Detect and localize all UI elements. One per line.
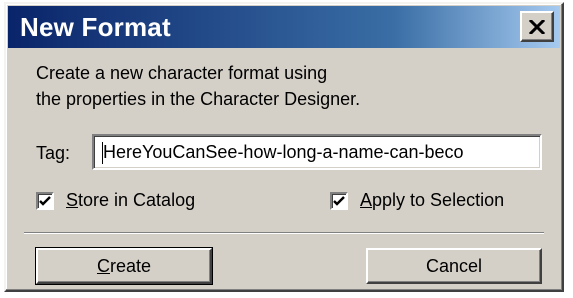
description-line-2: the properties in the Character Designer… [36, 89, 361, 109]
apply-to-selection-label: Apply to Selection [360, 190, 504, 211]
title-bar[interactable]: New Format [8, 6, 560, 48]
create-label-rest: reate [109, 255, 152, 276]
dialog-title: New Format [20, 12, 171, 42]
close-icon [529, 19, 545, 34]
tag-label: Tag: [36, 143, 71, 163]
apply-to-selection-mnemonic: A [360, 190, 373, 210]
create-mnemonic: C [96, 255, 110, 276]
apply-to-selection-checkbox[interactable] [330, 191, 348, 210]
close-button[interactable] [520, 11, 554, 42]
checkmark-icon [333, 195, 345, 206]
store-in-catalog-checkbox-row[interactable]: Store in Catalog [36, 190, 195, 211]
separator [24, 232, 544, 234]
apply-to-selection-checkbox-row[interactable]: Apply to Selection [330, 190, 504, 211]
new-format-dialog: New Format Create a new character format… [4, 2, 564, 292]
description-line-1: Create a new character format using [36, 63, 328, 83]
checkmark-icon [39, 195, 51, 206]
tag-input[interactable]: HereYouCanSee-how-long-a-name-can-beco [92, 134, 542, 170]
store-in-catalog-checkbox[interactable] [36, 191, 54, 210]
tag-input-value: HereYouCanSee-how-long-a-name-can-beco [103, 142, 464, 162]
store-in-catalog-label-rest: tore in Catalog [78, 190, 196, 210]
apply-to-selection-label-rest: pply to Selection [372, 190, 505, 210]
cancel-button[interactable]: Cancel [366, 248, 542, 284]
store-in-catalog-mnemonic: S [66, 190, 79, 210]
create-button[interactable]: Create [35, 247, 213, 285]
store-in-catalog-label: Store in Catalog [66, 190, 195, 211]
dialog-description: Create a new character format using the … [36, 60, 360, 112]
